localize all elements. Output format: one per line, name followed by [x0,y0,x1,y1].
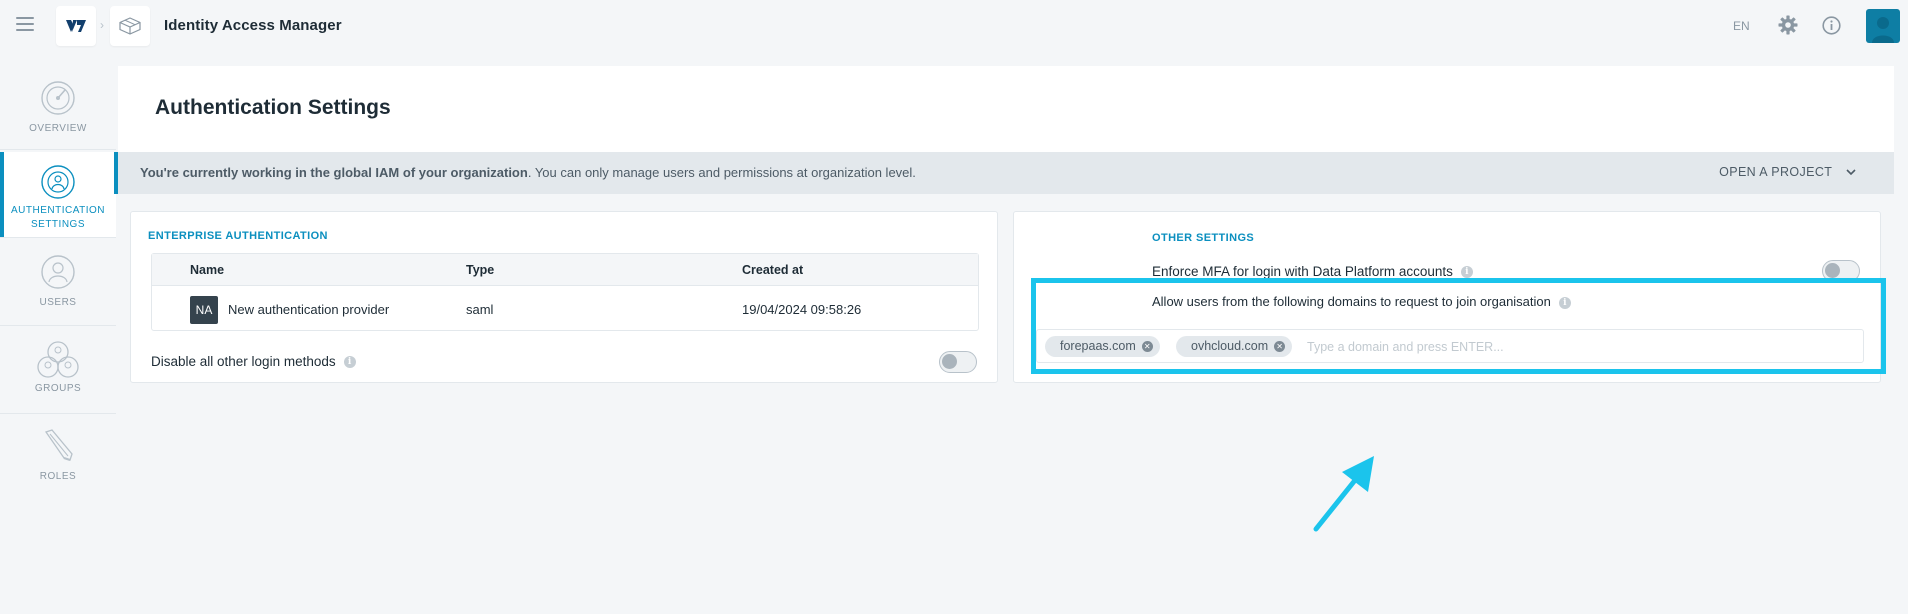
authentication-providers-table: Name Type Created at NA New authenticati… [151,253,979,331]
ovh-logo-icon [66,20,86,32]
enterprise-authentication-card: ENTERPRISE AUTHENTICATION Name Type Crea… [130,211,998,383]
sidebar-item-groups[interactable]: GROUPS [0,328,116,414]
sidebar-item-roles[interactable]: ROLES [0,416,116,502]
sidebar-item-label: OVERVIEW [29,123,87,134]
disable-other-login-toggle[interactable] [939,351,977,373]
sidebar-item-label-line: AUTHENTICATION [10,205,106,216]
provider-type: saml [466,302,494,317]
page-header: Authentication Settings [118,66,1894,152]
banner-bold-text: You're currently working in the global I… [140,165,528,180]
user-avatar-icon [1872,17,1894,43]
provider-initials-badge: NA [190,296,218,324]
highlight-box [1031,278,1886,374]
column-header-name: Name [190,263,225,277]
enforce-mfa-row: Enforce MFA for login with Data Platform… [1152,264,1473,279]
ovh-logo[interactable] [56,6,96,46]
disable-other-login-label: Disable all other login methods [151,354,336,369]
enforce-mfa-label: Enforce MFA for login with Data Platform… [1152,264,1453,279]
authentication-icon [41,165,75,199]
breadcrumb-separator: › [100,18,104,32]
users-icon [41,255,75,289]
annotation-arrow-icon [1313,456,1374,532]
language-selector[interactable]: EN [1733,19,1750,33]
top-bar: › Identity Access Manager EN [0,0,1908,52]
sidebar-item-users[interactable]: USERS [0,240,116,326]
provider-created-at: 19/04/2024 09:58:26 [742,302,862,317]
column-header-created-at: Created at [742,263,804,277]
toggle-knob [942,354,957,369]
app-title: Identity Access Manager [164,17,342,34]
enterprise-authentication-heading: ENTERPRISE AUTHENTICATION [148,230,328,242]
toggle-knob [1825,263,1840,278]
cube-icon [119,17,141,35]
disable-other-login-row: Disable all other login methods i [151,354,356,369]
chevron-down-icon [1846,169,1856,176]
provider-name: New authentication provider [228,302,390,317]
column-header-type: Type [466,263,495,277]
table-row[interactable]: NA New authentication provider saml 19/0… [152,287,978,331]
banner-regular-text: . You can only manage users and permissi… [527,165,916,180]
main-content: Authentication Settings You're currently… [114,66,1894,614]
info-icon[interactable]: i [1460,266,1473,279]
other-settings-card: OTHER SETTINGS Enforce MFA for login wit… [1013,211,1886,383]
sidebar-item-label: AUTHENTICATION SETTINGS [11,204,105,232]
other-settings-heading: OTHER SETTINGS [1152,232,1255,244]
sidebar: OVERVIEW AUTHENTICATION SETTINGS USERS G… [0,64,116,496]
sidebar-item-authentication-settings[interactable]: AUTHENTICATION SETTINGS [0,152,116,238]
groups-icon [37,341,79,378]
user-avatar[interactable] [1866,9,1900,43]
iam-app-icon[interactable] [110,6,150,46]
overview-icon [41,81,75,115]
open-project-label: OPEN A PROJECT [1719,165,1833,179]
open-project-dropdown[interactable]: OPEN A PROJECT [1719,165,1856,179]
sidebar-item-label-line: SETTINGS [30,219,85,230]
table-header: Name Type Created at [152,254,978,286]
banner-text: You're currently working in the global I… [140,165,916,180]
roles-icon [44,429,73,461]
gear-icon[interactable] [1778,15,1798,35]
sidebar-item-label: ROLES [39,471,77,482]
sidebar-item-label: USERS [39,297,77,308]
menu-icon[interactable] [16,17,34,33]
info-icon[interactable]: i [343,356,356,369]
sidebar-item-label: GROUPS [34,383,82,394]
sidebar-item-overview[interactable]: OVERVIEW [0,64,116,150]
info-icon[interactable] [1822,16,1841,35]
page-title: Authentication Settings [155,96,391,119]
organization-banner: You're currently working in the global I… [114,152,1894,194]
